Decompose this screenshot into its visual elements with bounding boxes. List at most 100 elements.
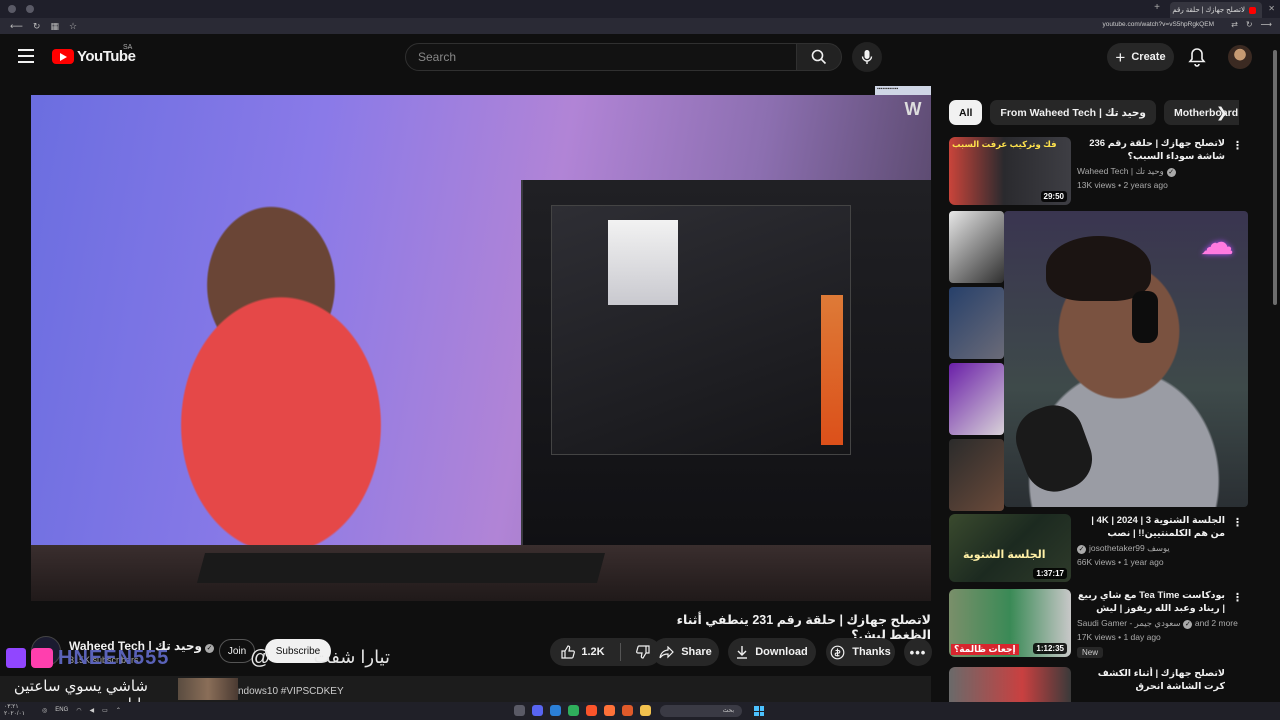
language-indicator[interactable]: ENG: [55, 707, 68, 714]
thanks-label: Thanks: [852, 646, 891, 658]
channel-watermark-icon[interactable]: W: [901, 99, 925, 121]
video-thumbnail[interactable]: [949, 287, 1004, 359]
browser-tab-active[interactable]: لاتصلح جهازك | حلقة رقم 231 ينط...: [1170, 2, 1262, 18]
search-button[interactable]: [796, 43, 842, 71]
like-divider: [619, 643, 621, 661]
related-video[interactable]: الجلسة الشتوية 1:37:17 الجلسة الشتوية 3 …: [949, 514, 1249, 584]
scrollbar-thumb[interactable]: [1273, 50, 1277, 305]
chevron-right-icon[interactable]: ❯: [1216, 104, 1228, 121]
video-thumbnail[interactable]: الجلسة الشتوية 1:37:17: [949, 514, 1071, 582]
bookmark-icon[interactable]: ☆: [69, 21, 77, 32]
chip-all[interactable]: All: [949, 100, 983, 125]
twitch-icon: [6, 648, 26, 668]
refresh-icon[interactable]: ↻: [1246, 20, 1253, 29]
video-thumbnail[interactable]: إجعات ظالمة؟ 1:12:35: [949, 589, 1071, 657]
window-menu-icon[interactable]: [8, 5, 16, 13]
verified-badge-icon: ✓: [205, 644, 214, 653]
menu-icon[interactable]: [18, 49, 34, 63]
create-button[interactable]: + Create: [1107, 43, 1174, 71]
back-icon[interactable]: ⟵: [10, 21, 23, 32]
wifi-icon[interactable]: ◠: [76, 707, 81, 714]
extensions-icon[interactable]: ▦: [50, 21, 59, 32]
download-button[interactable]: Download: [728, 638, 816, 666]
more-horizontal-icon: •••: [909, 644, 927, 660]
address-url[interactable]: youtube.com/watch?v=vS5hpRgkQEM: [1103, 21, 1214, 28]
video-thumbnail[interactable]: [949, 363, 1004, 435]
taskbar-search[interactable]: بحث: [660, 705, 742, 717]
webcam-hair: [1046, 236, 1151, 301]
tray-chevron-up-icon[interactable]: ⌃: [116, 707, 121, 714]
download-icon: [737, 646, 748, 659]
close-tab-icon[interactable]: ✕: [1268, 4, 1275, 13]
app-icon[interactable]: [622, 705, 633, 716]
video-frame-keyboard: [196, 553, 606, 583]
chrome-icon[interactable]: [568, 705, 579, 716]
tab-title: لاتصلح جهازك | حلقة رقم 231 ينط...: [1170, 7, 1245, 14]
brave-icon[interactable]: [586, 705, 597, 716]
video-duration: 1:12:35: [1033, 643, 1067, 654]
video-title[interactable]: بودكاست Tea Time مع شاي ربيع | ريناد وعب…: [1077, 589, 1225, 616]
file-explorer-icon[interactable]: [640, 705, 651, 716]
streamer-name: HNEEN555: [58, 646, 170, 669]
video-duration: 29:50: [1040, 191, 1067, 202]
video-duration: 1:37:17: [1033, 568, 1067, 579]
thumbs-up-icon: [561, 645, 576, 659]
video-meta: 66K views • 1 year ago: [1077, 557, 1164, 567]
notification-icon[interactable]: ◎: [42, 707, 47, 714]
video-frame-pc-interior: [551, 205, 851, 455]
new-badge: New: [1077, 647, 1104, 658]
discord-icon[interactable]: [532, 705, 543, 716]
reload-icon[interactable]: ↻: [33, 21, 41, 32]
search-input[interactable]: [406, 44, 796, 70]
thumbnail-caption: الجلسة الشتوية: [963, 549, 1046, 561]
taskbar-pinned-apps: [514, 705, 651, 716]
thanks-button[interactable]: Thanks: [826, 638, 895, 666]
share-icon: [659, 645, 675, 658]
account-avatar[interactable]: [1228, 45, 1252, 69]
share-button[interactable]: Share: [652, 638, 719, 666]
windows-start-icon[interactable]: [754, 706, 764, 716]
forward-icon[interactable]: ⟶: [1261, 20, 1272, 29]
chip-from-channel[interactable]: From Waheed Tech | وحيد تك: [990, 100, 1156, 125]
related-video[interactable]: إجعات ظالمة؟ 1:12:35 بودكاست Tea Time مع…: [949, 589, 1249, 659]
video-player[interactable]: W: [31, 95, 931, 601]
notifications-bell-icon[interactable]: [1188, 47, 1206, 67]
more-vertical-icon[interactable]: ⋮: [1232, 516, 1243, 529]
volume-icon[interactable]: ◀: [90, 707, 95, 714]
video-channel[interactable]: Waheed Tech | وحيد تك ✓: [1077, 166, 1176, 177]
search-box: [405, 43, 797, 71]
related-video[interactable]: فك وتركيب عرفت السبب 29:50 لاتصلح جهازك …: [949, 137, 1249, 207]
webcam-mic-arm: [1007, 396, 1101, 501]
new-tab-icon[interactable]: +: [1154, 2, 1160, 13]
video-title[interactable]: الجلسة الشتوية 3 | 2024 | 4K | من هم الك…: [1077, 514, 1225, 541]
app-icon[interactable]: [514, 705, 525, 716]
video-frame-cpu-cooler: [608, 220, 678, 305]
video-channel[interactable]: ✓ josothetaker99 يوسف: [1077, 543, 1170, 554]
verified-badge-icon: ✓: [1183, 620, 1193, 629]
video-thumbnail[interactable]: [949, 439, 1004, 511]
heart-icon: [31, 648, 53, 668]
like-button[interactable]: 1.2K: [553, 638, 612, 666]
hidden-related-thumbnails: [949, 211, 1004, 511]
more-actions-button[interactable]: •••: [904, 638, 932, 666]
video-channel[interactable]: Saudi Gamer - سعودي جيمر ✓ and 2 more: [1077, 618, 1238, 629]
translate-icon[interactable]: ⇄: [1231, 20, 1238, 29]
video-thumbnail[interactable]: [949, 667, 1071, 702]
share-label: Share: [681, 646, 712, 658]
more-vertical-icon[interactable]: ⋮: [1232, 591, 1243, 604]
more-vertical-icon[interactable]: ⋮: [1232, 139, 1243, 152]
os-taskbar: ٠٣:٢١ ٢٠٢٠/٠١ ◎ ENG ◠ ◀ ▭ ⌃ بحث: [0, 702, 1280, 720]
page-scrollbar[interactable]: [1272, 38, 1278, 698]
taskbar-clock[interactable]: ٠٣:٢١ ٢٠٢٠/٠١: [4, 704, 25, 718]
video-thumbnail[interactable]: [949, 211, 1004, 283]
video-thumbnail[interactable]: فك وتركيب عرفت السبب 29:50: [949, 137, 1071, 205]
voice-search-button[interactable]: [852, 42, 882, 72]
battery-icon[interactable]: ▭: [102, 707, 108, 714]
firefox-icon[interactable]: [604, 705, 615, 716]
tab-search-icon[interactable]: [26, 5, 34, 13]
video-title[interactable]: لاتصلح جهازك | أثناء الكشف كرت الشاشة ان…: [1077, 667, 1225, 693]
video-meta: 13K views • 2 years ago: [1077, 180, 1168, 190]
related-video[interactable]: لاتصلح جهازك | أثناء الكشف كرت الشاشة ان…: [949, 667, 1249, 702]
app-icon[interactable]: [550, 705, 561, 716]
video-title[interactable]: لاتصلح جهازك | حلقة رقم 236 شاشة سوداء ا…: [1077, 137, 1225, 163]
